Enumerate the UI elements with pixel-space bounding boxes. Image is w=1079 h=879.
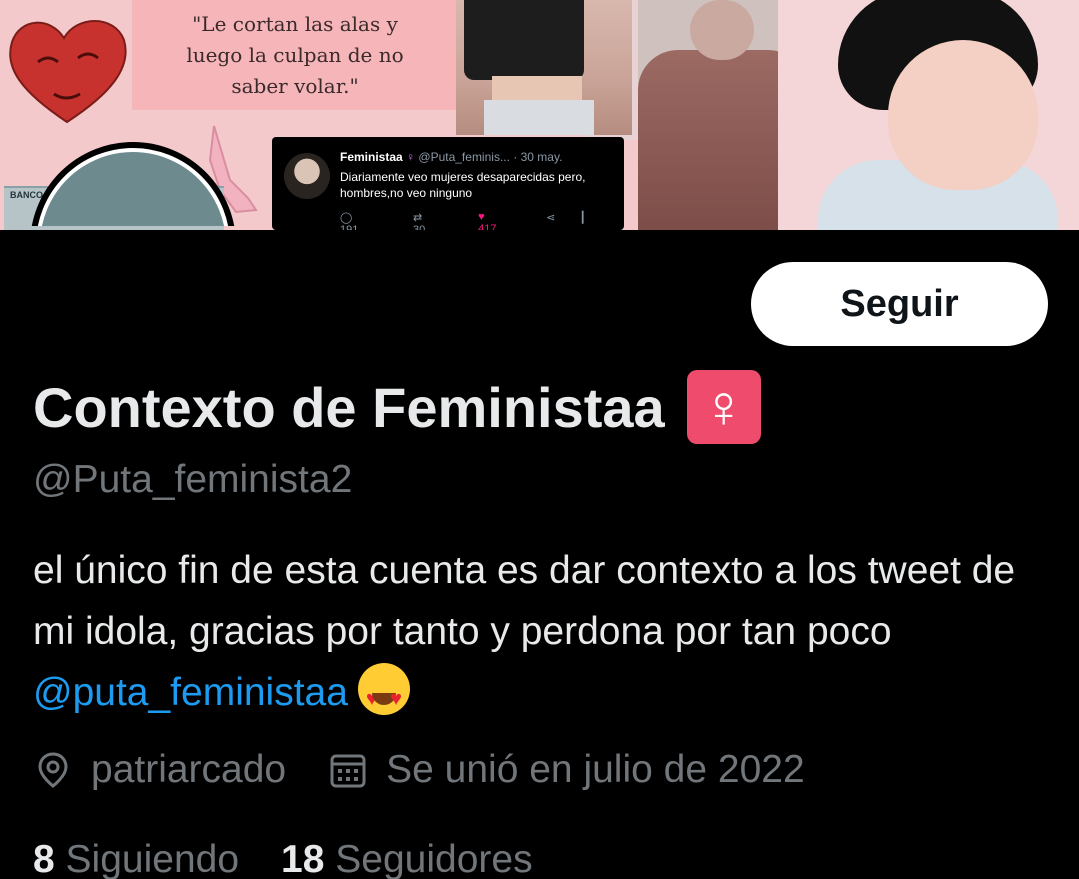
following-link[interactable]: 8 Siguiendo bbox=[33, 838, 239, 879]
profile-handle: @Puta_feminista2 bbox=[33, 458, 353, 501]
profile-bio: el único fin de esta cuenta es dar conte… bbox=[33, 540, 1043, 730]
collage-cartoon-woman bbox=[778, 0, 1079, 230]
like-count: ♥ 417 bbox=[478, 211, 497, 230]
profile-meta: patriarcado Se unió en julio de 2022 bbox=[33, 748, 847, 792]
calendar-icon bbox=[330, 754, 366, 788]
profile-avatar[interactable] bbox=[30, 142, 236, 226]
share-icon: ⋖ bbox=[546, 212, 556, 224]
location-text: patriarcado bbox=[91, 748, 287, 791]
embedded-tweet: Feministaa ♀ @Puta_feminis... · 30 may. … bbox=[272, 137, 624, 230]
heart-eyes-emoji bbox=[357, 663, 410, 730]
quote-text: "Le cortan las alas y luego la culpan de… bbox=[186, 11, 404, 98]
embedded-tweet-body: Diariamente veo mujeres desaparecidas pe… bbox=[340, 170, 586, 200]
embedded-tweet-handle: @Puta_feminis... bbox=[418, 150, 510, 164]
join-date-text: Se unió en julio de 2022 bbox=[386, 748, 805, 791]
profile-stats: 8 Siguiendo 18 Seguidores bbox=[33, 838, 575, 879]
retweet-count: ⇄ 30 bbox=[412, 212, 426, 230]
profile-display-name: Contexto de Feministaa ♀ bbox=[33, 370, 761, 444]
analytics-icon: ┃ bbox=[579, 212, 586, 224]
bio-mention-link[interactable]: @puta_feministaa bbox=[33, 671, 348, 714]
embedded-tweet-actions: ◯ 191 ⇄ 30 ♥ 417 ⋖ ┃ bbox=[340, 211, 610, 230]
following-count: 8 bbox=[33, 838, 55, 879]
followers-count: 18 bbox=[281, 838, 325, 879]
join-date-item: Se unió en julio de 2022 bbox=[328, 748, 805, 792]
embedded-tweet-date: · 30 may. bbox=[513, 150, 563, 164]
follow-button[interactable]: Seguir bbox=[751, 262, 1048, 346]
venus-icon: ♀ bbox=[406, 150, 416, 164]
venus-icon: ♀ bbox=[686, 370, 761, 444]
followers-label: Seguidores bbox=[335, 838, 533, 879]
following-label: Siguiendo bbox=[65, 838, 240, 879]
followers-link[interactable]: 18 Seguidores bbox=[281, 838, 533, 879]
embedded-tweet-header: Feministaa ♀ @Puta_feminis... · 30 may. bbox=[340, 150, 562, 164]
location-pin-icon bbox=[38, 752, 68, 788]
location-item: patriarcado bbox=[33, 748, 286, 792]
quote-card: "Le cortan las alas y luego la culpan de… bbox=[132, 0, 458, 110]
collage-photo-girl bbox=[456, 0, 632, 135]
reply-count: ◯ 191 bbox=[340, 212, 359, 230]
embedded-tweet-name: Feministaa bbox=[340, 150, 403, 164]
embedded-tweet-avatar bbox=[284, 153, 330, 199]
red-heart-face-image bbox=[9, 20, 127, 124]
